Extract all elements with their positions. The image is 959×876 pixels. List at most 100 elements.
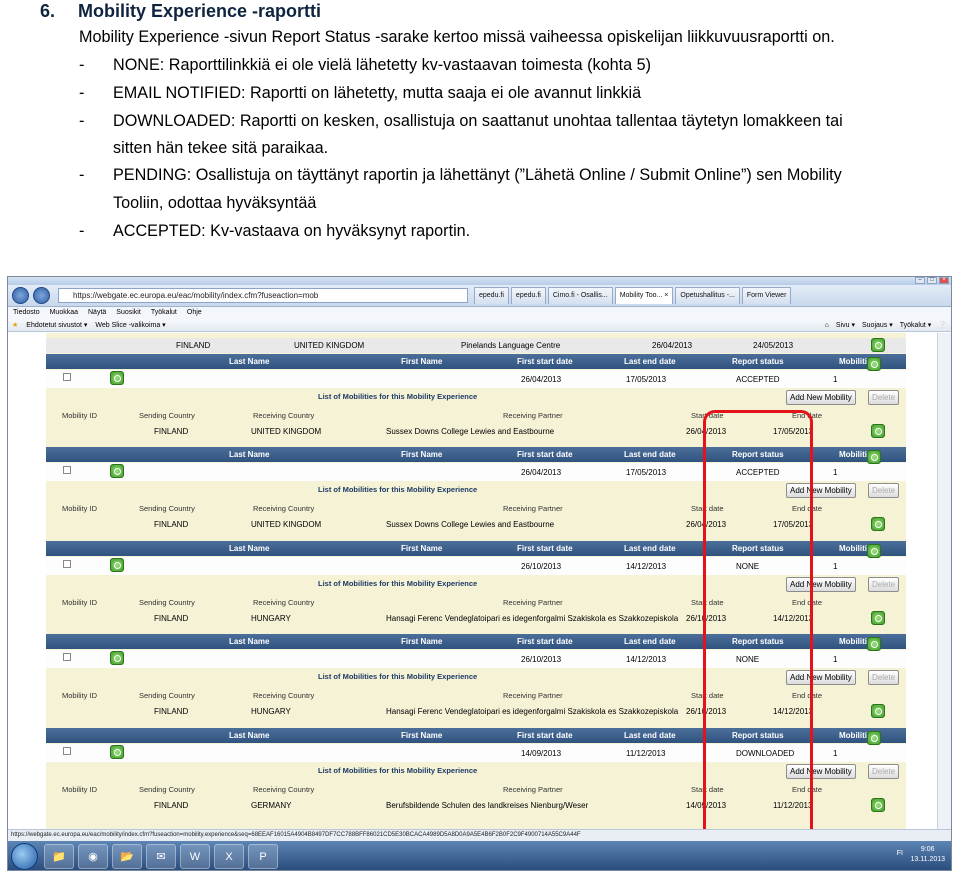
view-zoom-icon[interactable] [110, 371, 124, 385]
tab-cimo[interactable]: Cimo.fi - Osallis... [547, 287, 613, 304]
cell-first-start: 26/10/2013 [521, 561, 562, 571]
header-last-name[interactable]: Last Name [229, 634, 269, 649]
ie-taskbar-icon[interactable]: ◉ [78, 844, 108, 869]
collapse-icon[interactable] [867, 543, 881, 558]
tab-epedu-2[interactable]: epedu.fi [510, 287, 546, 304]
sub-header-receiving-partner: Receiving Partner [503, 411, 563, 420]
header-first-start[interactable]: First start date [517, 728, 573, 743]
header-last-end[interactable]: Last end date [624, 634, 676, 649]
view-mobility-icon[interactable] [871, 517, 885, 532]
favorites-star-icon[interactable]: ★ [12, 319, 18, 331]
header-report-status[interactable]: Report status [732, 354, 784, 369]
word-taskbar-icon[interactable]: W [180, 844, 210, 869]
sub-header-sending-country: Sending Country [139, 411, 195, 420]
folder-taskbar-icon[interactable]: 📂 [112, 844, 142, 869]
header-first-name[interactable]: First Name [401, 634, 442, 649]
header-last-name[interactable]: Last Name [229, 541, 269, 556]
close-icon[interactable]: × [939, 277, 949, 284]
command-bar: ⌂ Sivu ▾ Suojaus ▾ Työkalut ▾ ❔ [825, 319, 947, 332]
view-mobility-icon[interactable] [871, 610, 885, 625]
header-first-name[interactable]: First Name [401, 354, 442, 369]
delete-button[interactable]: Delete [868, 390, 900, 405]
header-last-name[interactable]: Last Name [229, 447, 269, 462]
home-icon[interactable]: ⌂ [825, 319, 829, 332]
clock[interactable]: 9:06 13.11.2013 [910, 845, 945, 865]
forward-button[interactable] [33, 287, 50, 304]
bullet-text: NONE: Raporttilinkkiä ei ole vielä lähet… [113, 56, 652, 74]
view-zoom-icon[interactable] [110, 651, 124, 666]
header-last-name[interactable]: Last Name [229, 728, 269, 743]
header-first-name[interactable]: First Name [401, 541, 442, 556]
report-status-highlight [703, 410, 813, 870]
header-first-start[interactable]: First start date [517, 447, 573, 462]
safety-menu[interactable]: Suojaus ▾ [862, 319, 893, 332]
view-zoom-icon[interactable] [110, 744, 124, 759]
maximize-icon[interactable]: □ [927, 277, 937, 284]
collapse-icon[interactable] [867, 357, 881, 371]
delete-button[interactable]: Delete [868, 670, 900, 686]
menu-edit[interactable]: Muokkaa [50, 307, 78, 319]
view-zoom-icon[interactable] [110, 557, 124, 572]
view-mobility-icon[interactable] [871, 797, 885, 812]
header-last-name[interactable]: Last Name [229, 354, 269, 369]
vertical-scrollbar[interactable] [937, 333, 951, 829]
language-indicator[interactable]: FI [897, 850, 903, 857]
suggested-sites-link[interactable]: Ehdotetut sivustot ▾ [26, 319, 87, 331]
sub-header-receiving-country: Receiving Country [253, 691, 315, 701]
header-first-name[interactable]: First Name [401, 728, 442, 743]
bullet-dash: - [79, 222, 85, 240]
row-checkbox[interactable] [63, 559, 71, 568]
header-last-end[interactable]: Last end date [624, 354, 676, 369]
tab-epedu-1[interactable]: epedu.fi [474, 287, 509, 304]
menu-favorites[interactable]: Suosikit [116, 307, 141, 319]
excel-taskbar-icon[interactable]: X [214, 844, 244, 869]
powerpoint-taskbar-icon[interactable]: P [248, 844, 278, 869]
explorer-taskbar-icon[interactable]: 📁 [44, 844, 74, 869]
mail-taskbar-icon[interactable]: ✉ [146, 844, 176, 869]
header-first-start[interactable]: First start date [517, 354, 573, 369]
collapse-icon[interactable] [867, 450, 881, 465]
row-checkbox[interactable] [63, 746, 71, 755]
row-checkbox[interactable] [63, 466, 71, 475]
sub-header-mobility-id: Mobility ID [62, 504, 98, 514]
view-zoom-icon[interactable] [871, 338, 885, 352]
header-last-end[interactable]: Last end date [624, 447, 676, 462]
delete-button[interactable]: Delete [868, 576, 900, 592]
list-title: List of Mobilities for this Mobility Exp… [318, 485, 478, 495]
minimize-icon[interactable]: – [915, 277, 925, 284]
tools-menu[interactable]: Työkalut ▾ [900, 319, 932, 332]
menu-tools[interactable]: Työkalut [151, 307, 177, 319]
web-slice-link[interactable]: Web Slice -valikoima ▾ [95, 319, 165, 331]
row-checkbox[interactable] [63, 653, 71, 662]
delete-button[interactable]: Delete [868, 483, 900, 499]
header-first-start[interactable]: First start date [517, 634, 573, 649]
collapse-icon[interactable] [867, 730, 881, 745]
cell-sending-country: FINLAND [154, 707, 189, 717]
cell-last-end: 14/12/2013 [626, 655, 667, 665]
menu-file[interactable]: Tiedosto [13, 307, 40, 319]
help-icon[interactable]: ❔ [938, 319, 947, 332]
header-last-end[interactable]: Last end date [624, 541, 676, 556]
page-menu[interactable]: Sivu ▾ [836, 319, 855, 332]
view-zoom-icon[interactable] [110, 464, 124, 479]
sub-header-mobility-id: Mobility ID [62, 597, 98, 607]
header-first-start[interactable]: First start date [517, 541, 573, 556]
menu-view[interactable]: Näytä [88, 307, 106, 319]
delete-button[interactable]: Delete [868, 763, 900, 779]
add-new-mobility-button[interactable]: Add New Mobility [786, 390, 856, 405]
header-last-end[interactable]: Last end date [624, 728, 676, 743]
header-first-name[interactable]: First Name [401, 447, 442, 462]
start-button[interactable] [11, 843, 38, 870]
cell-receiving-partner: Hansagi Ferenc Vendeglatoipari es idegen… [386, 613, 679, 623]
menu-help[interactable]: Ohje [187, 307, 202, 319]
tab-opetushallitus[interactable]: Opetushallitus -... [675, 287, 740, 304]
collapse-icon[interactable] [867, 637, 881, 652]
back-button[interactable] [12, 287, 29, 304]
tab-form-viewer[interactable]: Form Viewer [741, 287, 792, 304]
cell-mobilities: 1 [833, 655, 838, 665]
url-input[interactable]: https://webgate.ec.europa.eu/eac/mobilit… [58, 288, 468, 303]
tab-mobility-tool[interactable]: Mobility Too... × [614, 287, 674, 304]
view-mobility-icon[interactable] [871, 704, 885, 719]
view-mobility-icon[interactable] [871, 424, 885, 438]
row-checkbox[interactable] [63, 373, 71, 381]
